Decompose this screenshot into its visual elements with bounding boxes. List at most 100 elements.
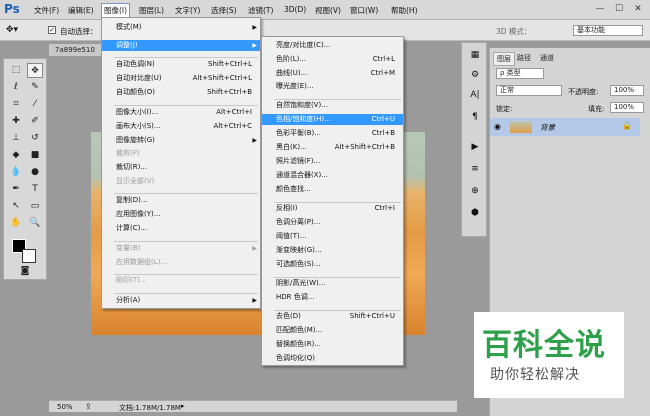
type-tool-icon[interactable]: T	[27, 182, 43, 197]
adjust-menu-item[interactable]: 可选颜色(S)...	[262, 259, 403, 270]
brush-panel-icon[interactable]: ≡	[466, 161, 484, 177]
adjust-menu-item[interactable]: 阴影/高光(W)...	[262, 278, 403, 289]
adjust-menu-item[interactable]: 照片滤镜(F)...	[262, 156, 403, 167]
auto-select-checkbox[interactable]: ✓	[48, 26, 56, 34]
history-brush-tool-icon[interactable]: ↺	[27, 131, 43, 146]
image-menu-item[interactable]: 自动对比度(U) Alt+Shift+Ctrl+L	[102, 73, 260, 84]
image-menu-item: 显示全部(V)	[102, 176, 260, 187]
adjust-menu-item[interactable]: 色彩平衡(B)... Ctrl+B	[262, 128, 403, 139]
adjust-menu-item[interactable]: 曲线(U)... Ctrl+M	[262, 68, 403, 79]
move-tool-icon[interactable]: ✥▾	[6, 25, 18, 35]
background-color-swatch[interactable]	[22, 249, 36, 263]
menu-separator	[114, 57, 258, 58]
adjust-menu-item[interactable]: 渐变映射(G)...	[262, 245, 403, 256]
paragraph-panel-icon[interactable]: ¶	[466, 109, 484, 125]
adjust-menu-item[interactable]: 阈值(T)...	[262, 231, 403, 242]
eraser-tool-icon[interactable]: ◆	[8, 148, 24, 163]
image-menu-item[interactable]: 模式(M) ▶	[102, 22, 260, 33]
image-menu-item[interactable]: 复制(D)...	[102, 195, 260, 206]
adjust-menu-item[interactable]: 色调分离(P)...	[262, 217, 403, 228]
adjust-menu-item[interactable]: 去色(D) Shift+Ctrl+U	[262, 311, 403, 322]
zoom-tool-icon[interactable]: 🔍	[27, 216, 43, 231]
image-menu-item[interactable]: 计算(C)...	[102, 223, 260, 234]
blend-mode-select[interactable]: 正常	[496, 85, 562, 96]
status-arrow-icon[interactable]: ▸	[181, 402, 185, 410]
layer-kind-filter[interactable]: ρ 类型	[496, 68, 544, 79]
lasso-tool-icon[interactable]: ℓ	[8, 80, 24, 95]
quick-mask-icon[interactable]: ◙	[17, 264, 33, 279]
zoom-level[interactable]: 50%	[57, 403, 73, 411]
tab-paths[interactable]: 路径	[514, 52, 534, 64]
healing-tool-icon[interactable]: ✚	[8, 114, 24, 129]
adjust-menu-item[interactable]: 色相/饱和度(H)... Ctrl+U	[262, 114, 403, 125]
image-menu-item[interactable]: 图像旋转(G) ▶	[102, 135, 260, 146]
stamp-tool-icon[interactable]: ⊥	[8, 131, 24, 146]
menu-filter[interactable]: 滤镜(T)	[248, 5, 273, 16]
eyedropper-tool-icon[interactable]: ⁄	[27, 97, 43, 112]
menu-edit[interactable]: 编辑(E)	[68, 5, 94, 16]
share-icon[interactable]: ⇪	[85, 402, 92, 411]
tab-layers[interactable]: 图层	[493, 52, 515, 66]
adjust-menu-item[interactable]: 黑白(K)... Alt+Shift+Ctrl+B	[262, 142, 403, 153]
menu-help[interactable]: 帮助(H)	[391, 5, 418, 16]
marquee-tool-icon[interactable]: ⬚	[8, 63, 24, 78]
adjust-menu-item[interactable]: HDR 色调...	[262, 292, 403, 303]
adjust-menu-item[interactable]: 亮度/对比度(C)...	[262, 40, 403, 51]
image-menu-item[interactable]: 应用图像(Y)...	[102, 209, 260, 220]
shape-tool-icon[interactable]: ▭	[27, 199, 43, 214]
image-menu-item[interactable]: 画布大小(S)... Alt+Ctrl+C	[102, 121, 260, 132]
adjust-menu-item[interactable]: 替换颜色(R)...	[262, 339, 403, 350]
adjust-menu-item[interactable]: 色阶(L)... Ctrl+L	[262, 54, 403, 65]
3d-panel-icon[interactable]: ⬢	[466, 205, 484, 221]
workspace-select[interactable]: 基本功能	[573, 25, 643, 36]
layer-row-background[interactable]: ◉ 背景 🔒	[490, 118, 640, 136]
menu-select[interactable]: 选择(S)	[211, 5, 237, 16]
adjust-menu-item[interactable]: 通道混合器(X)...	[262, 170, 403, 181]
quick-select-tool-icon[interactable]: ✎	[27, 80, 43, 95]
menu-window[interactable]: 窗口(W)	[350, 5, 378, 16]
properties-panel-icon[interactable]: ⚙	[466, 67, 484, 83]
image-menu-item[interactable]: 自动色调(N) Shift+Ctrl+L	[102, 59, 260, 70]
opacity-input[interactable]: 100%	[610, 85, 644, 96]
blur-tool-icon[interactable]: 💧	[8, 165, 24, 180]
path-select-tool-icon[interactable]: ↖	[8, 199, 24, 214]
menu-file[interactable]: 文件(F)	[34, 5, 59, 16]
maximize-button[interactable]: ☐	[611, 2, 627, 16]
crop-tool-icon[interactable]: ⌗	[8, 97, 24, 112]
menu-view[interactable]: 视图(V)	[315, 5, 341, 16]
fill-input[interactable]: 100%	[610, 102, 644, 113]
image-menu-item[interactable]: 调整(J) ▶	[102, 40, 260, 51]
adjust-menu-item[interactable]: 曝光度(E)...	[262, 81, 403, 92]
adjust-menu-item[interactable]: 反相(I) Ctrl+I	[262, 203, 403, 214]
pen-tool-icon[interactable]: ✒	[8, 182, 24, 197]
tab-channels[interactable]: 通道	[537, 52, 557, 64]
brush-tool-icon[interactable]: ✐	[27, 114, 43, 129]
history-panel-icon[interactable]: ▦	[466, 47, 484, 63]
adjust-menu-item[interactable]: 颜色查找...	[262, 184, 403, 195]
menu-image[interactable]: 图像(I)	[101, 3, 131, 18]
image-menu-item[interactable]: 裁切(R)...	[102, 162, 260, 173]
actions-panel-icon[interactable]: ▶	[466, 139, 484, 155]
adjust-menu-item[interactable]: 自然饱和度(V)...	[262, 100, 403, 111]
clone-source-icon[interactable]: ⊕	[466, 183, 484, 199]
image-menu-item[interactable]: 分析(A) ▶	[102, 295, 260, 306]
image-menu-item[interactable]: 自动颜色(O) Shift+Ctrl+B	[102, 87, 260, 98]
document-tab[interactable]: 7a899e510	[49, 44, 109, 56]
visibility-eye-icon[interactable]: ◉	[494, 122, 501, 131]
menu-3d[interactable]: 3D(D)	[284, 5, 306, 14]
minimize-button[interactable]: —	[592, 2, 608, 16]
menu-item-label: 黑白(K)...	[276, 143, 307, 151]
adjust-menu-item[interactable]: 色调均化(Q)	[262, 353, 403, 364]
menu-type[interactable]: 文字(Y)	[175, 5, 200, 16]
close-button[interactable]: ✕	[630, 2, 646, 16]
adjust-menu-item[interactable]: 匹配颜色(M)...	[262, 325, 403, 336]
hand-tool-icon[interactable]: ✋	[8, 216, 24, 231]
character-panel-icon[interactable]: A|	[466, 87, 484, 103]
menu-item-label: 计算(C)...	[116, 224, 148, 232]
image-menu-item[interactable]: 图像大小(I)... Alt+Ctrl+I	[102, 107, 260, 118]
dodge-tool-icon[interactable]: ●	[27, 165, 43, 180]
move-tool-icon[interactable]: ✥	[27, 63, 43, 78]
lock-icon: 🔒	[622, 121, 632, 130]
menu-layer[interactable]: 图层(L)	[139, 5, 164, 16]
gradient-tool-icon[interactable]: ■	[27, 148, 43, 163]
